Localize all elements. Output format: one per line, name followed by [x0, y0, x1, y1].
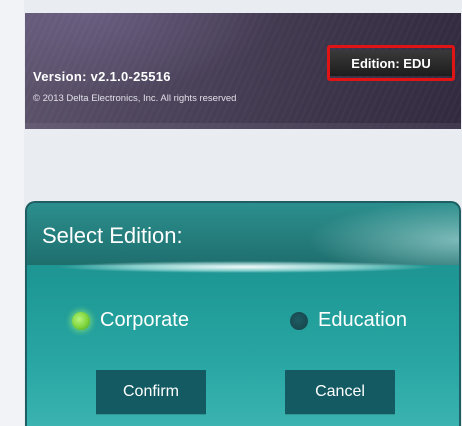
- radio-selected-icon[interactable]: [72, 311, 90, 330]
- dialog-header: Select Edition:: [27, 203, 459, 265]
- edition-highlight-box: [327, 45, 455, 81]
- confirm-button[interactable]: Confirm: [96, 370, 206, 414]
- select-edition-dialog: Select Edition: Corporate Education Conf…: [25, 201, 461, 426]
- radio-label-education: Education: [318, 309, 407, 331]
- version-label: Version: v2.1.0-25516: [33, 69, 171, 84]
- copyright-label: © 2013 Delta Electronics, Inc. All right…: [33, 93, 237, 104]
- banner-footer-band: [25, 123, 461, 129]
- header-divider-glow: [27, 259, 459, 275]
- dialog-title: Select Edition:: [42, 223, 183, 248]
- radio-option-education[interactable]: Education: [290, 309, 407, 332]
- radio-label-corporate: Corporate: [100, 309, 189, 331]
- radio-option-corporate[interactable]: Corporate: [72, 309, 189, 332]
- version-banner: Version: v2.1.0-25516 © 2013 Delta Elect…: [25, 13, 461, 129]
- cancel-button[interactable]: Cancel: [285, 370, 395, 414]
- page-margin: [0, 0, 24, 426]
- radio-unselected-icon[interactable]: [290, 311, 308, 330]
- header-shine: [217, 203, 459, 265]
